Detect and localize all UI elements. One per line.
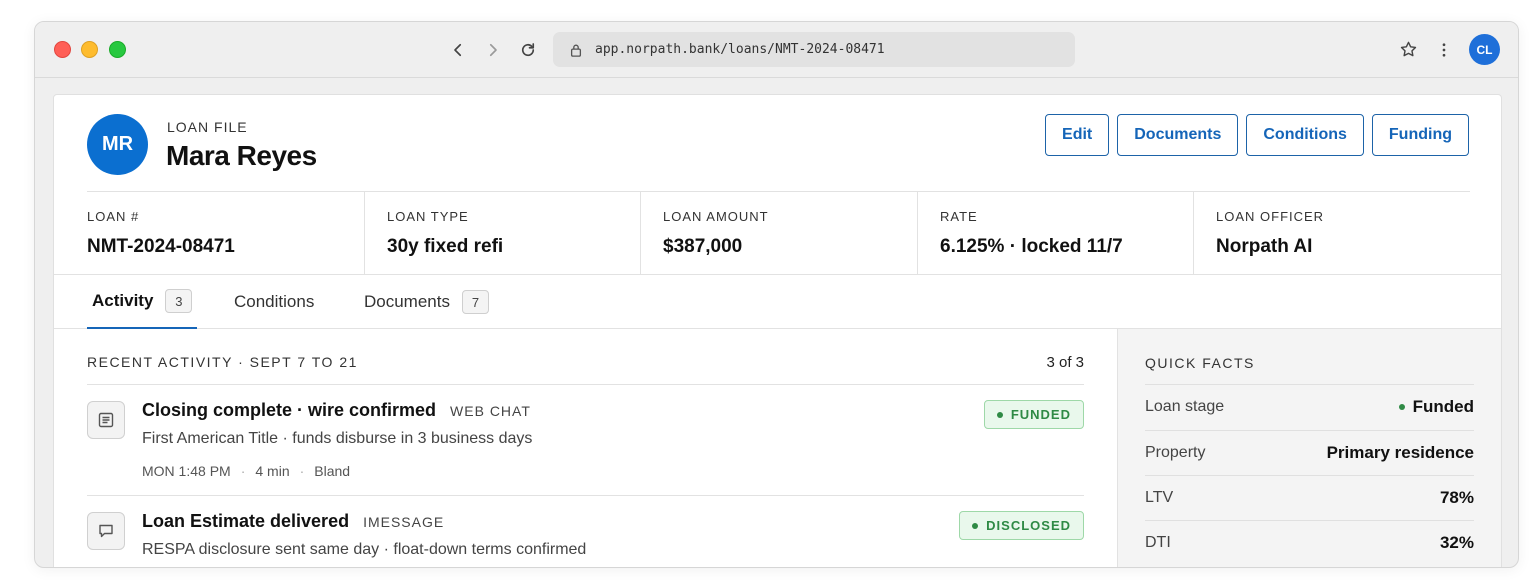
status-badge: DISCLOSED [959,511,1084,540]
summary-loan-officer: LOAN OFFICER Norpath AI [1193,192,1470,274]
quick-fact-value: Funded [1398,397,1474,417]
summary-label: LOAN AMOUNT [663,209,769,224]
borrower-avatar: MR [87,114,148,175]
summary-value: NMT-2024-08471 [87,236,235,257]
quick-fact-key: Property [1145,444,1206,461]
loan-summary: LOAN # NMT-2024-08471 LOAN TYPE 30y fixe… [87,191,1470,274]
quick-fact-row: Loan stage Funded [1145,384,1474,429]
summary-label: RATE [940,209,978,224]
address-bar-url: app.norpath.bank/loans/NMT-2024-08471 [595,42,885,57]
quick-facts-title: QUICK FACTS [1145,355,1255,371]
more-menu-icon[interactable] [1433,39,1455,61]
activity-panel: RECENT ACTIVITY · SEPT 7 TO 21 3 of 3 Cl… [54,329,1117,567]
quick-fact-value: 32% [1439,533,1474,552]
summary-label: LOAN TYPE [387,209,469,224]
tab-count-badge: 3 [165,289,193,313]
quick-fact-key: Loan stage [1145,398,1225,415]
funding-button[interactable]: Funding [1371,114,1469,156]
summary-loan-type: LOAN TYPE 30y fixed refi [364,192,640,274]
quick-fact-key: DTI [1145,534,1171,551]
tab-label: Conditions [234,292,315,311]
activity-pager: 3 of 3 [1046,354,1084,371]
quick-fact-value-text: Funded [1412,397,1474,416]
loan-header: MR LOAN FILE Mara Reyes Edit Documents C… [54,95,1501,191]
page-eyebrow: LOAN FILE [167,119,248,135]
profile-avatar[interactable]: CL [1469,34,1500,65]
summary-label: LOAN # [87,209,140,224]
summary-loan-amount: LOAN AMOUNT $387,000 [640,192,917,274]
activity-description: RESPA disclosure sent same day · float-d… [142,541,587,558]
summary-label: LOAN OFFICER [1216,209,1325,224]
forward-icon[interactable] [481,38,505,62]
quick-fact-value: 78% [1439,488,1474,507]
browser-window: app.norpath.bank/loans/NMT-2024-08471 CL… [34,21,1519,568]
quick-fact-row: LTV 78% [1145,475,1474,520]
documents-button[interactable]: Documents [1117,114,1239,156]
summary-value: $387,000 [663,236,743,257]
quick-facts-panel: QUICK FACTS Loan stage Funded Property P… [1117,329,1501,567]
summary-value: 30y fixed refi [387,236,504,257]
status-badge-label: DISCLOSED [986,518,1071,533]
activity-duration: 4 min [255,463,290,479]
status-dot-icon [996,411,1003,418]
document-icon [87,401,125,439]
activity-description: First American Title · funds disburse in… [142,430,533,447]
tab-documents[interactable]: Documents 7 [364,275,489,329]
status-dot-icon [972,522,979,529]
browser-titlebar: app.norpath.bank/loans/NMT-2024-08471 CL [35,22,1518,78]
borrower-name: Mara Reyes [166,140,317,171]
activity-title: Closing complete · wire confirmed [142,400,437,420]
header-actions: Edit Documents Conditions Funding [1045,114,1469,156]
tab-conditions[interactable]: Conditions [234,275,314,329]
close-window-button[interactable] [54,41,71,58]
status-dot-icon [1398,404,1405,410]
summary-rate: RATE 6.125% · locked 11/7 [917,192,1193,274]
chat-bubble-icon [87,512,125,550]
quick-fact-key: LTV [1145,489,1174,506]
meta-separator: · [240,463,246,479]
bookmark-star-icon[interactable] [1397,39,1419,61]
minimize-window-button[interactable] [81,41,98,58]
quick-fact-row: DTI 32% [1145,520,1474,565]
summary-value: Norpath AI [1216,236,1313,257]
quick-fact-row: Property Primary residence [1145,430,1474,475]
activity-agent: Bland [314,463,351,479]
activity-meta: MON 1:48 PM · 4 min · Bland [142,463,350,479]
lock-icon [570,44,582,57]
activity-header: RECENT ACTIVITY · SEPT 7 TO 21 3 of 3 [87,354,1084,371]
summary-value: 6.125% · locked 11/7 [940,236,1123,257]
reload-icon[interactable] [516,38,540,62]
activity-heading: RECENT ACTIVITY · SEPT 7 TO 21 [87,354,358,370]
summary-loan-number: LOAN # NMT-2024-08471 [87,192,364,274]
address-bar[interactable]: app.norpath.bank/loans/NMT-2024-08471 [553,32,1075,67]
activity-item[interactable]: Closing complete · wire confirmed WEB CH… [87,385,1084,495]
activity-title: Loan Estimate delivered [142,511,350,531]
tab-activity[interactable]: Activity 3 [87,275,198,329]
conditions-button[interactable]: Conditions [1246,114,1364,156]
activity-channel: IMESSAGE [363,514,445,530]
loan-file-page: MR LOAN FILE Mara Reyes Edit Documents C… [53,94,1502,567]
tab-bar: Activity 3 Conditions Documents 7 [54,274,1501,329]
status-badge: FUNDED [983,400,1084,429]
back-icon[interactable] [446,38,470,62]
quick-fact-value: Primary residence [1326,443,1474,462]
maximize-window-button[interactable] [109,41,126,58]
activity-time: MON 1:48 PM [142,463,231,479]
activity-item[interactable]: Loan Estimate delivered IMESSAGE RESPA d… [87,496,1084,567]
activity-channel: WEB CHAT [450,403,531,419]
meta-separator: · [299,463,305,479]
tab-label: Documents [364,292,450,311]
tab-count-badge: 7 [461,290,489,314]
status-badge-label: FUNDED [1010,407,1071,422]
tab-label: Activity [92,291,154,310]
edit-button[interactable]: Edit [1045,114,1110,156]
